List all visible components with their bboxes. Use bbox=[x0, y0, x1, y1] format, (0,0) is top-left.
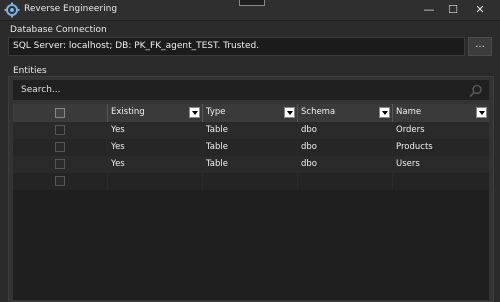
browse-connection-button[interactable]: ... bbox=[468, 37, 492, 56]
cell-schema-value: dbo bbox=[301, 125, 317, 135]
window-title: Reverse Engineering bbox=[24, 4, 118, 14]
cell-name: Products bbox=[393, 139, 489, 156]
cell-name-value: Products bbox=[396, 142, 433, 152]
row-checkbox[interactable] bbox=[55, 125, 65, 135]
close-button[interactable]: ✕ bbox=[469, 1, 491, 19]
filter-dropdown-icon[interactable] bbox=[476, 107, 487, 118]
cell-type-value: Table bbox=[206, 125, 228, 135]
search-input[interactable]: Search... bbox=[13, 80, 489, 100]
row-checkbox[interactable] bbox=[55, 142, 65, 152]
header-type[interactable]: Type bbox=[203, 104, 298, 122]
row-select-cell bbox=[13, 173, 108, 190]
row-select-cell bbox=[13, 122, 108, 139]
cell-name: Users bbox=[393, 156, 489, 173]
header-schema-label: Schema bbox=[301, 107, 336, 117]
cell-schema-value: dbo bbox=[301, 159, 317, 169]
connection-string-text: SQL Server: localhost; DB: PK_FK_agent_T… bbox=[13, 41, 260, 51]
cell-type: Table bbox=[203, 156, 298, 173]
connection-string-field[interactable]: SQL Server: localhost; DB: PK_FK_agent_T… bbox=[8, 37, 465, 56]
row-select-cell bbox=[13, 156, 108, 173]
table-row[interactable]: Yes Table dbo Users bbox=[13, 156, 489, 173]
cell-type-value: Table bbox=[206, 142, 228, 152]
cell-type-value: Table bbox=[206, 159, 228, 169]
cell-name-value: Users bbox=[396, 159, 420, 169]
cell-schema: dbo bbox=[298, 139, 393, 156]
cell-existing-value: Yes bbox=[111, 159, 125, 169]
cell-name-value: Orders bbox=[396, 125, 425, 135]
search-icon[interactable] bbox=[469, 84, 483, 98]
search-placeholder: Search... bbox=[21, 85, 61, 95]
maximize-button[interactable]: ☐ bbox=[442, 1, 464, 19]
row-checkbox[interactable] bbox=[55, 159, 65, 169]
select-all-checkbox[interactable] bbox=[55, 108, 65, 118]
row-select-cell bbox=[13, 139, 108, 156]
cell-schema-value: dbo bbox=[301, 142, 317, 152]
cell-schema[interactable] bbox=[298, 173, 393, 190]
cell-existing-value: Yes bbox=[111, 142, 125, 152]
new-row[interactable] bbox=[13, 173, 489, 190]
cell-schema: dbo bbox=[298, 122, 393, 139]
title-bar: Reverse Engineering — ☐ ✕ bbox=[0, 0, 500, 21]
cell-type: Table bbox=[203, 122, 298, 139]
header-type-label: Type bbox=[206, 107, 226, 117]
header-select-all bbox=[13, 104, 108, 122]
row-checkbox[interactable] bbox=[55, 176, 65, 186]
drag-handle[interactable] bbox=[239, 0, 265, 6]
table-row[interactable]: Yes Table dbo Orders bbox=[13, 122, 489, 139]
cell-name[interactable] bbox=[393, 173, 489, 190]
filter-dropdown-icon[interactable] bbox=[284, 107, 295, 118]
header-name[interactable]: Name bbox=[393, 104, 489, 122]
minimize-button[interactable]: — bbox=[418, 1, 440, 19]
settings-gear-icon bbox=[4, 2, 20, 18]
header-existing-label: Existing bbox=[111, 107, 145, 117]
cell-existing-value: Yes bbox=[111, 125, 125, 135]
cell-type[interactable] bbox=[203, 173, 298, 190]
header-schema[interactable]: Schema bbox=[298, 104, 393, 122]
cell-name: Orders bbox=[393, 122, 489, 139]
filter-dropdown-icon[interactable] bbox=[189, 107, 200, 118]
header-name-label: Name bbox=[396, 107, 422, 117]
table-row[interactable]: Yes Table dbo Products bbox=[13, 139, 489, 156]
grid-header: Existing Type Schema Name bbox=[13, 104, 489, 122]
cell-existing[interactable] bbox=[108, 173, 203, 190]
filter-dropdown-icon[interactable] bbox=[379, 107, 390, 118]
cell-existing: Yes bbox=[108, 139, 203, 156]
cell-existing: Yes bbox=[108, 122, 203, 139]
connection-section-label: Database Connection bbox=[10, 25, 107, 35]
cell-type: Table bbox=[203, 139, 298, 156]
entities-section-label: Entities bbox=[13, 66, 47, 76]
cell-existing: Yes bbox=[108, 156, 203, 173]
cell-schema: dbo bbox=[298, 156, 393, 173]
header-existing[interactable]: Existing bbox=[108, 104, 203, 122]
